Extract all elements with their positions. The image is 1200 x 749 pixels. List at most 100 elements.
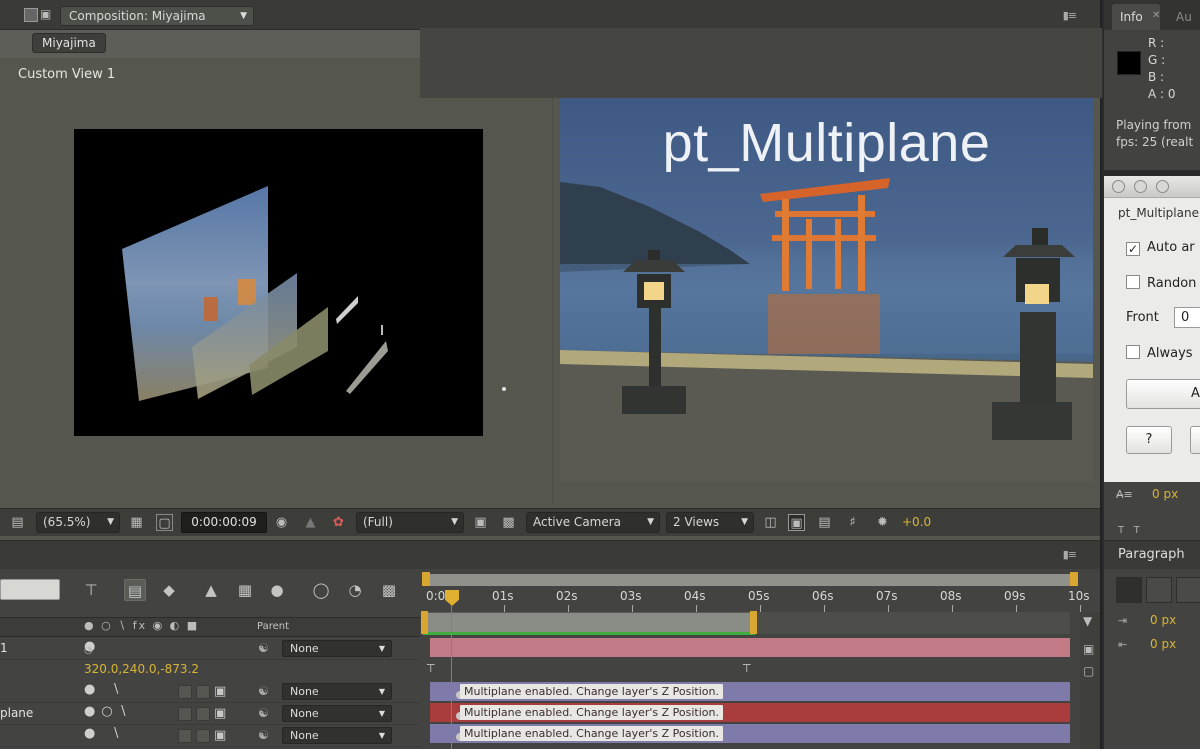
align-left-icon[interactable] <box>1116 577 1142 603</box>
layer-switches[interactable]: ● ∖ <box>84 726 126 741</box>
switch-box[interactable] <box>178 707 192 721</box>
snapshot-camera-icon[interactable]: ◉ <box>273 514 290 531</box>
layer-row-camera[interactable]: 1 ● ☯ None ▼ <box>0 638 420 660</box>
composition-tab[interactable]: Composition: Miyajima ▼ <box>60 6 254 26</box>
window-close-icon[interactable] <box>1112 180 1125 193</box>
3d-layer-icon[interactable]: ▣ <box>214 684 226 699</box>
work-area-end-handle[interactable] <box>750 611 757 634</box>
pixel-aspect-icon[interactable]: ◫ <box>762 514 779 531</box>
work-area-start-handle[interactable] <box>421 611 428 634</box>
layer-track[interactable]: Multiplane enabled. Change layer's Z Pos… <box>430 682 1070 701</box>
custom-view-viewport[interactable] <box>74 129 483 436</box>
layer-marker-comment[interactable]: Multiplane enabled. Change layer's Z Pos… <box>460 726 723 741</box>
camera-layer-track[interactable] <box>430 638 1070 657</box>
magnification-select[interactable]: (65.5%) ▼ <box>36 512 120 533</box>
layer-search-input[interactable] <box>0 579 60 600</box>
brainstorm-icon[interactable]: ▩ <box>378 579 400 601</box>
time-navigator-bar[interactable] <box>426 574 1076 586</box>
tracking-value[interactable]: 0 px <box>1152 487 1178 501</box>
script-secondary-button[interactable] <box>1190 426 1200 454</box>
toggle-view-icon[interactable]: ▤ <box>816 514 833 531</box>
layer-marker-comment[interactable]: Multiplane enabled. Change layer's Z Pos… <box>460 684 723 699</box>
views-layout-select[interactable]: 2 Views ▼ <box>666 512 754 533</box>
transparency-grid-icon[interactable]: ▩ <box>500 514 517 531</box>
paragraph-tab[interactable]: Paragraph <box>1118 547 1185 562</box>
layer-row[interactable]: ● ∖ ▣ ☯ None ▼ <box>0 725 420 747</box>
always-preview-icon[interactable]: ▤ <box>9 514 26 531</box>
layer-switches[interactable]: ● ∖ <box>84 682 126 697</box>
auto-arrange-checkbox[interactable]: ✓ Auto ar <box>1126 240 1195 256</box>
randomize-checkbox[interactable]: Randon <box>1126 275 1196 291</box>
align-right-icon[interactable] <box>1176 577 1200 603</box>
exposure-value[interactable]: +0.0 <box>902 515 931 529</box>
navigator-end-handle[interactable] <box>1070 572 1078 586</box>
current-time-display[interactable]: 0:00:00:09 <box>181 512 267 533</box>
parent-select[interactable]: None ▼ <box>282 705 392 722</box>
stopwatch-icon[interactable]: ◔ <box>84 645 93 656</box>
front-input[interactable]: 0 <box>1174 307 1200 328</box>
resolution-select[interactable]: (Full) ▼ <box>356 512 464 533</box>
switch-box[interactable] <box>196 729 210 743</box>
motion-blur-icon[interactable]: ● <box>266 579 288 601</box>
flowchart-icon[interactable]: ♯ <box>844 514 861 531</box>
graph-editor-icon[interactable]: ◯ <box>310 579 332 601</box>
window-zoom-icon[interactable] <box>1156 180 1169 193</box>
switch-box[interactable] <box>196 685 210 699</box>
parent-select[interactable]: None ▼ <box>282 683 392 700</box>
parent-select[interactable]: None ▼ <box>282 727 392 744</box>
switch-box[interactable] <box>178 685 192 699</box>
pick-whip-icon[interactable]: ☯ <box>258 706 269 720</box>
switch-box[interactable] <box>178 729 192 743</box>
layer-track-selected[interactable]: Multiplane enabled. Change layer's Z Pos… <box>430 703 1070 722</box>
pick-whip-icon[interactable]: ☯ <box>258 684 269 698</box>
panel-close-box-icon[interactable] <box>24 8 38 22</box>
3d-layer-icon[interactable]: ▣ <box>214 706 226 721</box>
navigator-start-handle[interactable] <box>422 572 430 586</box>
hide-shy-layers-icon[interactable]: ▲ <box>200 579 222 601</box>
keyframe-icon[interactable]: ⊤ <box>742 662 752 675</box>
lock-icon[interactable]: ▣ <box>40 7 51 21</box>
pick-whip-icon[interactable]: ☯ <box>258 728 269 742</box>
switch-box[interactable] <box>196 707 210 721</box>
lock-icon[interactable]: ▣ <box>1083 642 1094 656</box>
window-minimize-icon[interactable] <box>1134 180 1147 193</box>
position-value[interactable]: 320.0,240.0,-873.2 <box>84 662 199 676</box>
text-style-icon[interactable]: T T <box>1118 525 1140 536</box>
region-of-interest-icon[interactable]: ▣ <box>472 514 489 531</box>
comp-button-icon[interactable]: ▼ <box>1083 614 1092 628</box>
layer-row[interactable]: ● ∖ ▣ ☯ None ▼ <box>0 681 420 703</box>
audio-tab[interactable]: Au <box>1176 10 1192 24</box>
scroll-icon[interactable]: ▢ <box>1083 664 1094 678</box>
frame-blending-icon[interactable]: ▦ <box>234 579 256 601</box>
stopwatch-icon[interactable]: ◔ <box>344 579 366 601</box>
live-update-icon[interactable]: ▤ <box>124 579 146 601</box>
align-center-icon[interactable] <box>1146 577 1172 603</box>
draft-3d-icon[interactable]: ◆ <box>158 579 180 601</box>
layer-track[interactable]: Multiplane enabled. Change layer's Z Pos… <box>430 724 1070 743</box>
time-ruler-area[interactable] <box>420 28 1102 98</box>
keyframe-icon[interactable]: ⊤ <box>426 662 436 675</box>
show-snapshot-icon[interactable]: ▲ <box>302 514 319 531</box>
indent-left-value[interactable]: 0 px <box>1150 613 1176 627</box>
pick-whip-icon[interactable]: ☯ <box>258 641 269 655</box>
grid-guides-icon[interactable]: ▦ <box>128 514 145 531</box>
parent-select[interactable]: None ▼ <box>282 640 392 657</box>
space-before-value[interactable]: 0 px <box>1150 637 1176 651</box>
always-checkbox[interactable]: Always <box>1126 345 1193 361</box>
composition-mini-flowchart-icon[interactable]: ⊤ <box>80 579 102 601</box>
active-camera-select[interactable]: Active Camera ▼ <box>526 512 660 533</box>
active-camera-viewport[interactable]: pt_Multiplane <box>560 82 1093 482</box>
mask-visibility-icon[interactable]: ▢ <box>156 514 173 531</box>
close-icon[interactable]: ✕ <box>1152 10 1160 21</box>
layer-switches[interactable]: ●○∖ <box>84 704 133 719</box>
composition-navigator-button[interactable]: Miyajima <box>32 33 106 53</box>
panel-menu-icon[interactable]: ▮≡ <box>1063 9 1077 22</box>
panel-menu-icon[interactable]: ▮≡ <box>1063 548 1077 561</box>
exposure-icon[interactable]: ✹ <box>874 514 891 531</box>
apply-button[interactable]: Ap <box>1126 379 1200 409</box>
help-button[interactable]: ? <box>1126 426 1172 454</box>
fast-previews-icon[interactable]: ▣ <box>788 514 805 531</box>
color-channels-icon[interactable]: ✿ <box>330 514 347 531</box>
layer-row[interactable]: plane ●○∖ ▣ ☯ None ▼ <box>0 703 420 725</box>
layer-marker-comment[interactable]: Multiplane enabled. Change layer's Z Pos… <box>460 705 723 720</box>
